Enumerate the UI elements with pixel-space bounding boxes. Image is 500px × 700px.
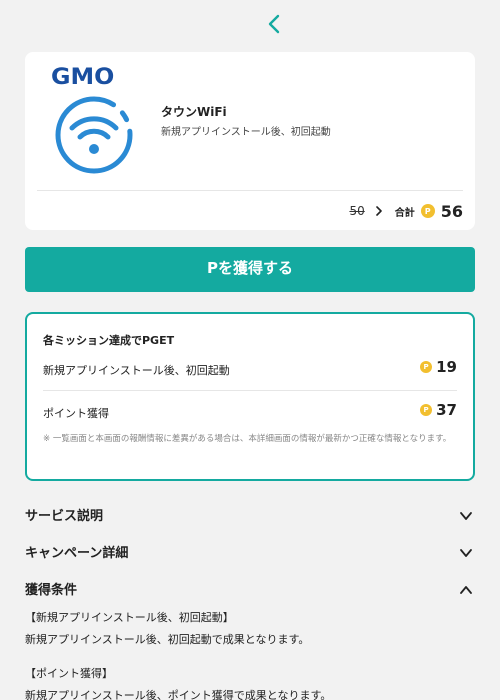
- accordion-campaign-details[interactable]: キャンペーン詳細: [25, 540, 475, 564]
- coin-icon: P: [420, 361, 433, 373]
- app-subtitle: 新規アプリインストール後、初回起動: [161, 127, 331, 138]
- chevron-down-icon[interactable]: [459, 509, 473, 523]
- chevron-left-icon[interactable]: [264, 12, 284, 36]
- mission-title: 各ミッション達成でPGET: [43, 334, 175, 347]
- get-points-button[interactable]: Pを獲得する: [25, 247, 475, 292]
- chevron-right-icon: [375, 206, 382, 216]
- condition-text: 新規アプリインストール後、初回起動で成果となります。: [25, 633, 310, 646]
- mission-item: 新規アプリインストール後、初回起動 P 19: [43, 358, 457, 382]
- coin-icon: P: [420, 404, 433, 416]
- total-points: 56: [440, 201, 463, 221]
- condition-heading: 【新規アプリインストール後、初回起動】: [25, 611, 234, 624]
- mission-label: ポイント獲得: [43, 407, 109, 420]
- coin-icon: P: [420, 204, 435, 218]
- mission-points: P 37: [420, 401, 457, 419]
- condition-text: 新規アプリインストール後、ポイント獲得で成果となります。: [25, 689, 332, 700]
- accordion-conditions[interactable]: 獲得条件: [25, 577, 475, 601]
- old-points: 50: [349, 204, 365, 218]
- mission-box: 各ミッション達成でPGET 新規アプリインストール後、初回起動 P 19 ポイン…: [25, 312, 475, 481]
- condition-heading: 【ポイント獲得】: [25, 667, 113, 680]
- gmo-logo: GMO: [51, 65, 115, 90]
- accordion-title: 獲得条件: [25, 583, 78, 598]
- chevron-down-icon[interactable]: [459, 546, 473, 560]
- accordion-service-description[interactable]: サービス説明: [25, 503, 475, 527]
- app-name: タウンWiFi: [161, 105, 227, 119]
- divider: [43, 390, 457, 391]
- total-label: 合計: [394, 207, 415, 219]
- wifi-icon: [55, 96, 133, 174]
- accordion-title: キャンペーン詳細: [25, 546, 129, 561]
- chevron-up-icon[interactable]: [459, 583, 473, 597]
- mission-item: ポイント獲得 P 37: [43, 401, 457, 425]
- divider: [37, 190, 463, 191]
- mission-note: ※ 一覧画面と本画面の報酬情報に差異がある場合は、本詳細画面の情報が最新かつ正確…: [43, 434, 452, 444]
- mission-value: 19: [436, 358, 457, 376]
- top-bar: [0, 0, 500, 46]
- mission-value: 37: [436, 401, 457, 419]
- mission-points: P 19: [420, 358, 457, 376]
- accordion-title: サービス説明: [25, 509, 104, 524]
- mission-label: 新規アプリインストール後、初回起動: [43, 364, 230, 377]
- points-summary: 50 合計 P 56: [349, 200, 463, 222]
- app-card: GMO タウンWiFi 新規アプリインストール後、初回起動 50 合計 P 56: [25, 52, 475, 230]
